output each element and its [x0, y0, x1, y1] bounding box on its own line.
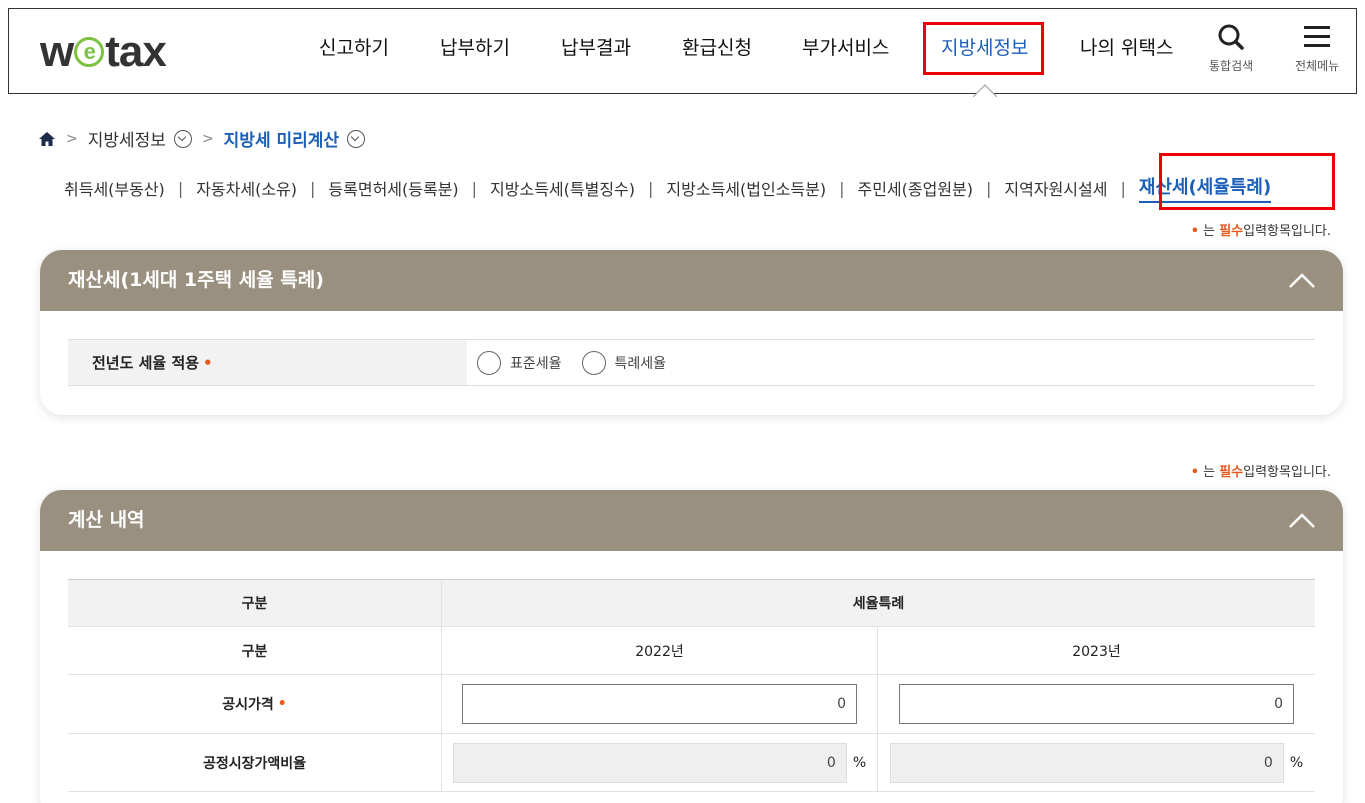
required-note-suffix: 입력항목입니다.: [1243, 224, 1331, 239]
nav-pay[interactable]: 납부하기: [440, 33, 510, 60]
tab-local-income-tax-withholding[interactable]: 지방소득세(특별징수): [490, 176, 635, 200]
breadcrumb: > 지방세정보 > 지방세 미리계산: [38, 126, 366, 151]
breadcrumb-separator-icon: >: [201, 130, 214, 147]
breadcrumb-current[interactable]: 지방세 미리계산: [224, 126, 339, 151]
tab-divider: |: [1120, 178, 1126, 198]
required-note-prefix: 는: [1203, 465, 1216, 480]
panel-calculation-details: 계산 내역 구분 세율특례 구분 2022년 2023년 공시가격• 공정시: [40, 490, 1343, 803]
required-dot: •: [277, 696, 287, 712]
all-menu-button[interactable]: 전체메뉴: [1295, 23, 1339, 74]
tab-divider: |: [177, 178, 184, 198]
chevron-up-icon[interactable]: [1289, 508, 1315, 534]
panel-title: 재산세(1세대 1주택 세율 특례): [68, 269, 324, 291]
panel-property-tax-special: 재산세(1세대 1주택 세율 특례) 전년도 세율 적용 • 표준세율 특례세율: [40, 250, 1343, 415]
tab-regional-resource-tax[interactable]: 지역자원시설세: [1004, 176, 1107, 200]
required-word: 필수: [1219, 465, 1244, 480]
breadcrumb-local-tax-info[interactable]: 지방세정보: [88, 126, 166, 151]
all-menu-label: 전체메뉴: [1295, 59, 1340, 73]
nav-refund[interactable]: 환급신청: [682, 33, 752, 60]
special-rate-label[interactable]: 특례세율: [615, 353, 667, 373]
required-dot: •: [203, 354, 213, 372]
tab-registration-tax[interactable]: 등록면허세(등록분): [328, 176, 458, 200]
row-label-official-price: 공시가격 •: [68, 675, 442, 733]
hamburger-menu-icon: [1304, 26, 1331, 47]
tab-divider: |: [986, 178, 992, 198]
logo-text-w: w: [40, 27, 74, 76]
tab-vehicle-tax[interactable]: 자동차세(소유): [196, 176, 297, 200]
cell: %: [442, 734, 878, 791]
table-header-category: 구분: [68, 580, 442, 626]
table-row: 구분 2022년 2023년: [68, 627, 1315, 675]
panel-header: 계산 내역: [40, 490, 1343, 551]
tab-acquisition-tax[interactable]: 취득세(부동산): [64, 176, 165, 200]
tab-resident-tax[interactable]: 주민세(종업원분): [857, 176, 973, 200]
logo-text-tax: tax: [105, 27, 167, 76]
tab-local-income-tax-corporate[interactable]: 지방소득세(법인소득분): [666, 176, 826, 200]
form-row-prior-year-rate: 전년도 세율 적용 • 표준세율 특례세율: [68, 339, 1315, 386]
panel-title: 계산 내역: [68, 509, 145, 531]
required-note: • 는 필수입력항목입니다.: [1191, 461, 1331, 480]
search-button[interactable]: 통합검색: [1209, 23, 1253, 74]
chevron-down-icon[interactable]: [347, 129, 366, 148]
tab-divider: |: [310, 178, 316, 198]
nav-pay-result[interactable]: 납부결과: [561, 33, 631, 60]
required-dot: •: [1190, 224, 1200, 239]
home-icon[interactable]: [38, 131, 56, 147]
standard-rate-radio[interactable]: [477, 350, 501, 375]
wetax-logo[interactable]: w e tax: [40, 27, 167, 77]
cell: %: [878, 734, 1315, 791]
tab-divider: |: [839, 178, 845, 198]
calculation-table: 구분 세율특례 구분 2022년 2023년 공시가격• 공정시장가액비율 %: [68, 579, 1315, 792]
sub-tabs: 취득세(부동산) | 자동차세(소유) | 등록면허세(등록분) | 지방소득세…: [64, 173, 1272, 203]
table-row: 공시가격 •: [68, 675, 1315, 734]
tab-divider: |: [648, 178, 654, 198]
percent-unit: %: [1289, 754, 1304, 771]
official-price-2023-input[interactable]: [899, 684, 1294, 724]
nav-active-caret-icon: [973, 84, 997, 97]
site-header: w e tax 신고하기 납부하기 납부결과 환급신청 부가서비스 지방세정보 나의…: [8, 8, 1357, 97]
required-word: 필수: [1219, 224, 1244, 239]
chevron-down-icon[interactable]: [173, 129, 192, 148]
highlight-box-tab: [1159, 153, 1335, 210]
cell: [878, 675, 1315, 733]
official-price-label: 공시가격: [222, 697, 274, 713]
required-note-prefix: 는: [1203, 224, 1216, 239]
search-icon: [1218, 24, 1244, 50]
nav-extra-service[interactable]: 부가서비스: [802, 33, 889, 60]
year-2022: 2022년: [442, 627, 878, 674]
required-dot: •: [1190, 465, 1200, 480]
highlight-box-nav: [923, 22, 1044, 75]
radio-group: 표준세율 특례세율: [467, 340, 1315, 385]
tab-divider: |: [471, 178, 478, 198]
search-label: 통합검색: [1209, 59, 1254, 73]
row-label-fair-market-ratio: 공정시장가액비율: [68, 734, 442, 791]
table-header-special-rate: 세율특례: [442, 580, 1315, 626]
standard-rate-label[interactable]: 표준세율: [510, 353, 562, 373]
nav-file-return[interactable]: 신고하기: [319, 33, 389, 60]
panel-header: 재산세(1세대 1주택 세율 특례): [40, 250, 1343, 311]
prior-year-rate-label: 전년도 세율 적용: [92, 354, 200, 372]
required-note: • 는 필수입력항목입니다.: [1191, 220, 1331, 239]
official-price-2022-input[interactable]: [462, 684, 857, 724]
special-rate-radio[interactable]: [581, 350, 606, 375]
table-row: 공정시장가액비율 % %: [68, 734, 1315, 792]
logo-e-mark: e: [74, 37, 105, 67]
required-note-suffix: 입력항목입니다.: [1243, 465, 1331, 480]
percent-unit: %: [852, 754, 867, 771]
breadcrumb-separator-icon: >: [66, 130, 78, 147]
fair-market-ratio-2022-field: [452, 742, 847, 783]
year-2023: 2023년: [1072, 643, 1121, 660]
table-header-row: 구분 세율특례: [68, 580, 1315, 627]
row-label-category: 구분: [68, 627, 442, 674]
nav-my-wetax[interactable]: 나의 위택스: [1080, 33, 1173, 60]
cell: [442, 675, 878, 733]
fair-market-ratio-2023-field: [889, 742, 1284, 783]
chevron-up-icon[interactable]: [1289, 268, 1315, 294]
field-label: 전년도 세율 적용 •: [68, 340, 467, 385]
